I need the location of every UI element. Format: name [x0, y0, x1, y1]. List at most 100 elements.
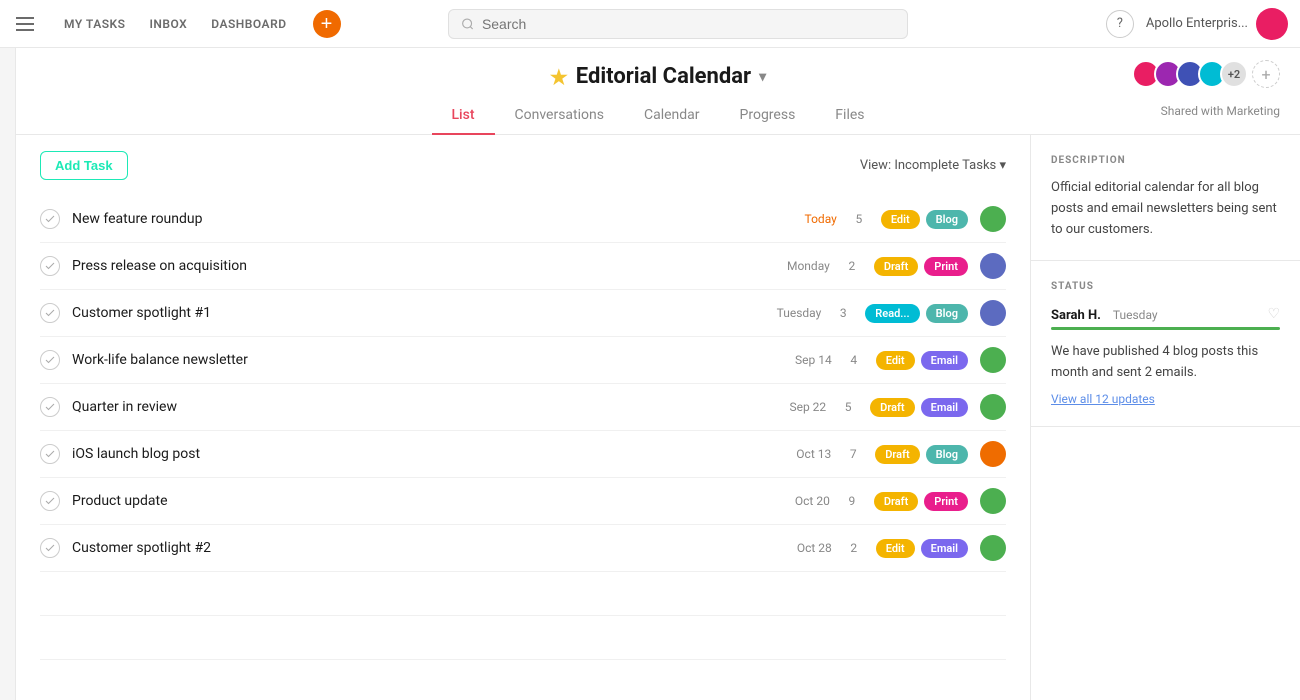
- task-row: Customer spotlight #1 Tuesday 3 Read... …: [40, 290, 1006, 337]
- dashboard-link[interactable]: DASHBOARD: [201, 11, 296, 37]
- task-checkbox[interactable]: [40, 209, 60, 229]
- status-text: We have published 4 blog posts this mont…: [1051, 342, 1280, 384]
- task-count: 7: [843, 447, 863, 461]
- search-bar: [448, 9, 908, 39]
- task-tag-2[interactable]: Blog: [926, 304, 968, 323]
- task-checkbox[interactable]: [40, 491, 60, 511]
- task-avatar: [980, 347, 1006, 373]
- task-avatar: [980, 300, 1006, 326]
- task-tag-1[interactable]: Draft: [870, 398, 914, 417]
- main-layout: ★ Editorial Calendar ▾ +2 + Shared with …: [0, 48, 1300, 700]
- task-checkbox[interactable]: [40, 256, 60, 276]
- task-list-header: Add Task View: Incomplete Tasks ▾: [40, 151, 1006, 180]
- task-tag-2[interactable]: Print: [924, 492, 968, 511]
- project-title: ★ Editorial Calendar ▾: [16, 64, 1300, 89]
- task-date: Oct 13: [771, 447, 831, 461]
- task-tag-1[interactable]: Edit: [881, 210, 920, 229]
- add-member-button[interactable]: +: [1252, 60, 1280, 88]
- tab-list[interactable]: List: [432, 97, 495, 135]
- task-tag-2[interactable]: Email: [921, 398, 968, 417]
- task-tag-1[interactable]: Edit: [876, 539, 915, 558]
- task-date: Tuesday: [761, 306, 821, 320]
- task-tag-2[interactable]: Print: [924, 257, 968, 276]
- task-avatar: [980, 253, 1006, 279]
- task-tag-2[interactable]: Blog: [926, 445, 968, 464]
- task-tag-2[interactable]: Blog: [926, 210, 968, 229]
- description-text: Official editorial calendar for all blog…: [1051, 178, 1280, 240]
- task-tag-2[interactable]: Email: [921, 351, 968, 370]
- status-date: Tuesday: [1113, 308, 1158, 322]
- task-tag-1[interactable]: Edit: [876, 351, 915, 370]
- add-button[interactable]: +: [313, 10, 341, 38]
- menu-icon[interactable]: [12, 13, 38, 35]
- inbox-link[interactable]: INBOX: [139, 11, 197, 37]
- task-tags: Draft Email: [870, 398, 968, 417]
- task-row: Customer spotlight #2 Oct 28 2 Edit Emai…: [40, 525, 1006, 572]
- content-area: ★ Editorial Calendar ▾ +2 + Shared with …: [16, 48, 1300, 700]
- task-name: Press release on acquisition: [72, 258, 758, 274]
- heart-icon[interactable]: ♡: [1267, 306, 1280, 322]
- description-label: DESCRIPTION: [1051, 155, 1280, 166]
- my-tasks-link[interactable]: MY TASKS: [54, 11, 135, 37]
- task-name: Product update: [72, 493, 758, 509]
- task-tag-1[interactable]: Draft: [875, 445, 919, 464]
- task-area: Add Task View: Incomplete Tasks ▾ New fe…: [16, 135, 1300, 700]
- task-row: Work-life balance newsletter Sep 14 4 Ed…: [40, 337, 1006, 384]
- team-avatar-count[interactable]: +2: [1220, 60, 1248, 88]
- task-checkbox[interactable]: [40, 444, 60, 464]
- status-user-info: Sarah H. Tuesday: [1051, 304, 1158, 323]
- task-date: Today: [777, 212, 837, 226]
- task-checkbox[interactable]: [40, 303, 60, 323]
- task-name: Customer spotlight #1: [72, 305, 749, 321]
- task-tags: Read... Blog: [865, 304, 968, 323]
- task-avatar: [980, 488, 1006, 514]
- task-tag-2[interactable]: Email: [921, 539, 968, 558]
- project-dropdown-icon[interactable]: ▾: [759, 69, 766, 85]
- sidebar: [0, 48, 16, 700]
- status-label: STATUS: [1051, 281, 1280, 292]
- task-tags: Draft Print: [874, 257, 968, 276]
- star-icon: ★: [550, 65, 568, 89]
- task-name: Customer spotlight #2: [72, 540, 760, 556]
- view-updates-link[interactable]: View all 12 updates: [1051, 392, 1280, 406]
- task-count: 2: [844, 541, 864, 555]
- user-name: Apollo Enterpris...: [1146, 16, 1248, 31]
- task-date: Sep 22: [766, 400, 826, 414]
- task-count: 2: [842, 259, 862, 273]
- task-tags: Edit Email: [876, 351, 968, 370]
- task-count: 9: [842, 494, 862, 508]
- task-checkbox[interactable]: [40, 350, 60, 370]
- user-info[interactable]: Apollo Enterpris...: [1146, 8, 1288, 40]
- view-filter-dropdown[interactable]: View: Incomplete Tasks ▾: [860, 158, 1006, 173]
- help-button[interactable]: ?: [1106, 10, 1134, 38]
- task-checkbox[interactable]: [40, 538, 60, 558]
- task-tag-1[interactable]: Read...: [865, 304, 919, 323]
- tab-calendar[interactable]: Calendar: [624, 97, 720, 135]
- project-name: Editorial Calendar: [576, 64, 751, 89]
- status-section: STATUS Sarah H. Tuesday ♡ We have publis…: [1031, 261, 1300, 427]
- task-date: Monday: [770, 259, 830, 273]
- task-tag-1[interactable]: Draft: [874, 492, 918, 511]
- nav-links: MY TASKS INBOX DASHBOARD: [54, 11, 297, 37]
- task-count: 5: [849, 212, 869, 226]
- task-checkbox[interactable]: [40, 397, 60, 417]
- status-user-name: Sarah H.: [1051, 308, 1101, 323]
- add-task-button[interactable]: Add Task: [40, 151, 128, 180]
- tab-files[interactable]: Files: [815, 97, 884, 135]
- team-avatars: +2 +: [1132, 60, 1280, 88]
- right-nav: ? Apollo Enterpris...: [1106, 8, 1288, 40]
- shared-bar: +2 + Shared with Marketing: [1132, 60, 1280, 88]
- right-panel: DESCRIPTION Official editorial calendar …: [1030, 135, 1300, 700]
- search-input[interactable]: [482, 16, 895, 32]
- task-avatar: [980, 394, 1006, 420]
- task-date: Oct 20: [770, 494, 830, 508]
- task-tags: Draft Print: [874, 492, 968, 511]
- empty-row-3: [40, 660, 1006, 700]
- tab-conversations[interactable]: Conversations: [495, 97, 624, 135]
- task-name: Quarter in review: [72, 399, 754, 415]
- task-avatar: [980, 441, 1006, 467]
- shared-label: Shared with Marketing: [1161, 104, 1280, 118]
- task-tag-1[interactable]: Draft: [874, 257, 918, 276]
- task-row: Product update Oct 20 9 Draft Print: [40, 478, 1006, 525]
- tab-progress[interactable]: Progress: [720, 97, 816, 135]
